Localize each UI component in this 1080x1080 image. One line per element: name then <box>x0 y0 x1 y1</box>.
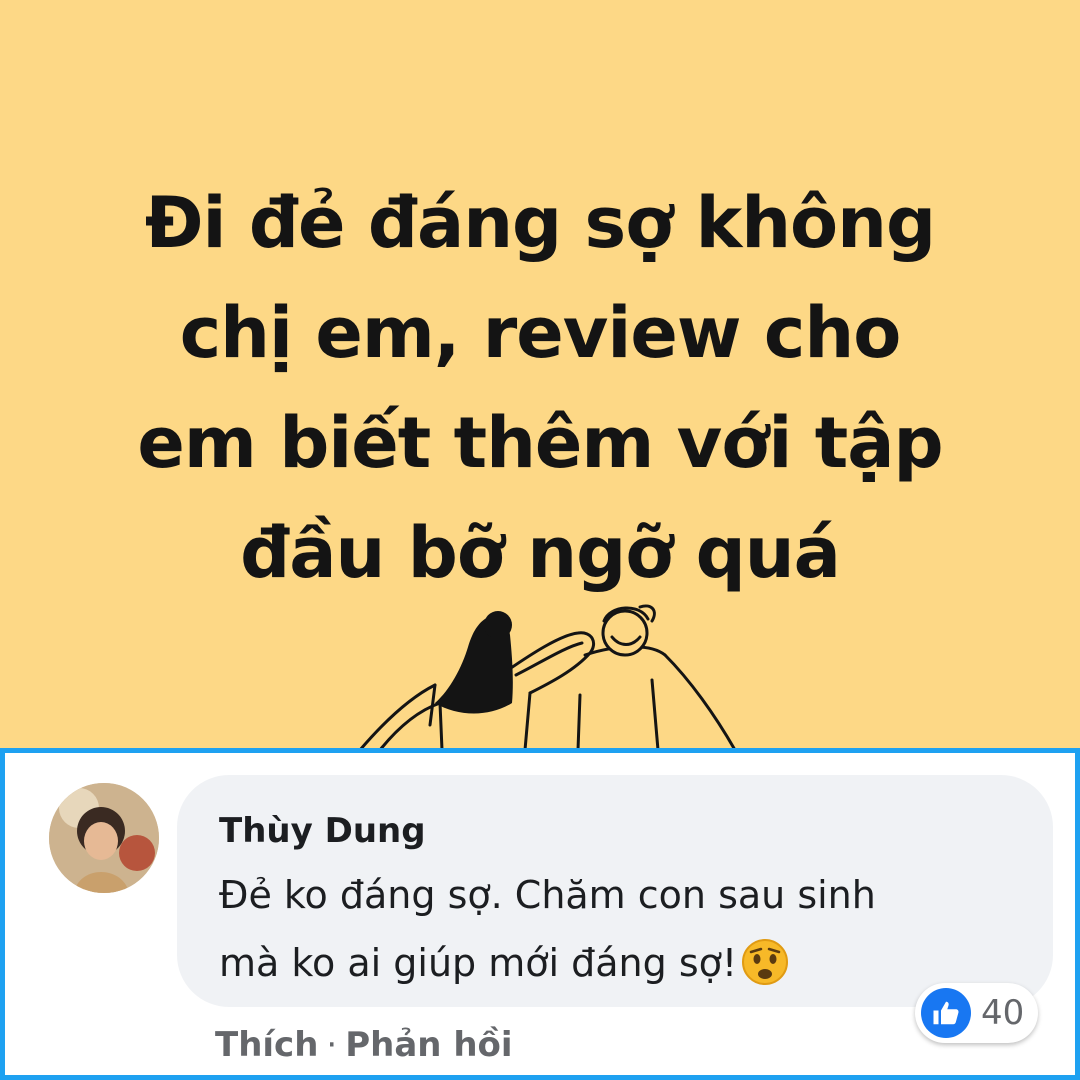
reaction-count: 40 <box>981 993 1025 1033</box>
comment-actions: Thích · Phản hồi <box>215 1025 513 1065</box>
comment-text-line: Đẻ ko đáng sợ. Chăm con sau sinh <box>219 873 876 917</box>
action-separator: · <box>326 1025 338 1065</box>
couple-illustration <box>358 604 737 750</box>
post-caption: Đi đẻ đáng sợ không chị em, review cho e… <box>60 168 1020 608</box>
comment-bubble: Thùy Dung Đẻ ko đáng sợ. Chăm con sau si… <box>177 775 1053 1007</box>
avatar[interactable] <box>49 783 159 893</box>
post-caption-line: chị em, review cho <box>179 292 902 374</box>
post-caption-line: em biết thêm với tập <box>137 402 943 484</box>
reply-button[interactable]: Phản hồi <box>345 1025 512 1065</box>
reaction-summary[interactable]: 40 <box>915 983 1039 1043</box>
comment-text-fragment: mà ko ai giúp mới đáng sợ! <box>219 941 738 985</box>
comment-text-line: mà ko ai giúp mới đáng sợ! <box>219 929 979 1007</box>
comment-text: Đẻ ko đáng sợ. Chăm con sau sinh mà ko a… <box>219 861 979 1007</box>
avatar-photo <box>49 783 159 893</box>
like-icon <box>921 988 971 1038</box>
sad-face-emoji-icon <box>741 938 789 1007</box>
like-button[interactable]: Thích <box>215 1025 318 1065</box>
post-image: Đi đẻ đáng sợ không chị em, review cho e… <box>0 0 1080 750</box>
comment-author[interactable]: Thùy Dung <box>219 811 426 851</box>
comment-panel: Thùy Dung Đẻ ko đáng sợ. Chăm con sau si… <box>0 748 1080 1080</box>
post-caption-line: Đi đẻ đáng sợ không <box>144 182 936 264</box>
